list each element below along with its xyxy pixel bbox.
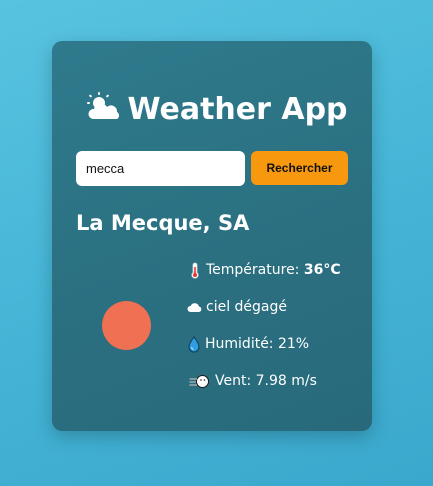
droplet-icon [188, 335, 200, 352]
thermometer-icon [191, 262, 199, 279]
temperature-row: Température: 36°C [189, 259, 341, 281]
sun-behind-cloud-icon [87, 92, 120, 119]
wind-row: Vent: 7.98 m/s [189, 370, 317, 392]
temperature-value: 36°C [303, 262, 341, 278]
wind-face-icon [189, 374, 209, 388]
sun-icon [102, 301, 151, 350]
search-button[interactable]: Rechercher [251, 151, 348, 185]
weather-description: ciel dégagé [206, 299, 288, 315]
app-title-text: Weather App [127, 92, 348, 127]
cloud-icon [187, 302, 202, 312]
city-name: La Mecque, SA [76, 211, 250, 235]
wind-text: Vent: 7.98 m/s [215, 373, 317, 389]
city-search-input[interactable] [76, 151, 245, 186]
temperature-label: Température: [206, 262, 300, 278]
humidity-row: Humidité: 21% [188, 333, 309, 355]
description-row: ciel dégagé [187, 296, 287, 318]
app-title: Weather App [0, 88, 433, 132]
humidity-text: Humidité: 21% [205, 336, 310, 352]
